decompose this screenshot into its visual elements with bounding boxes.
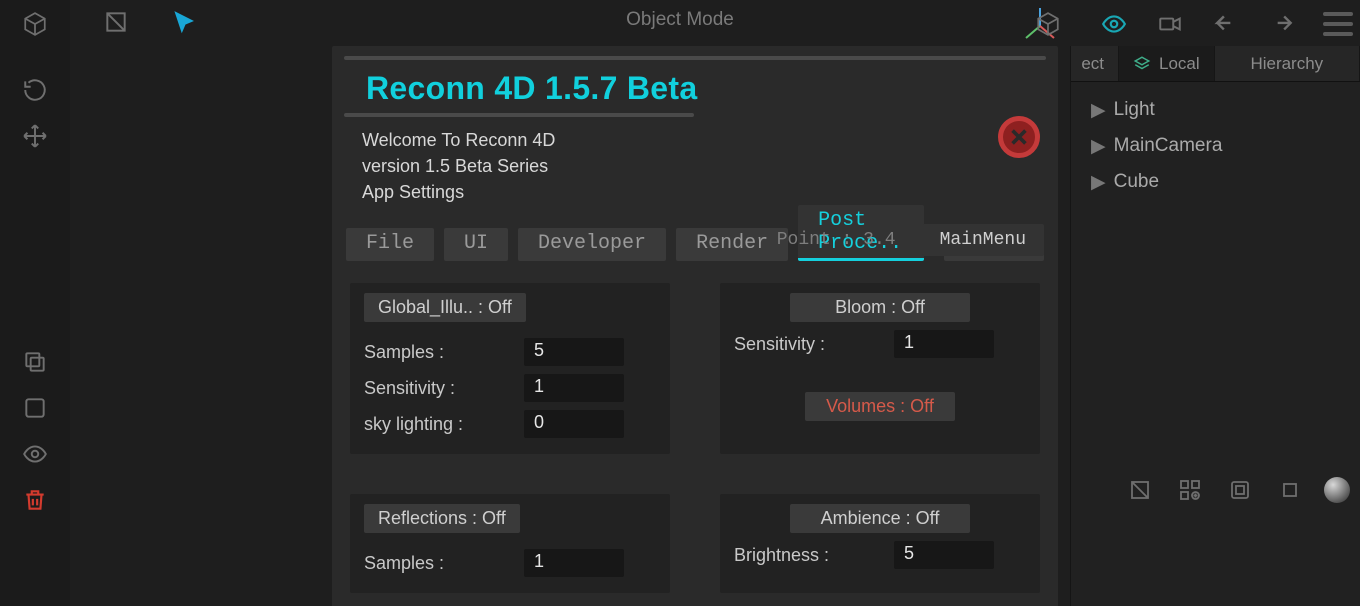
global-illumination-panel: Global_Illu.. : Off Samples : 5 Sensitiv…: [350, 283, 670, 454]
tab-ui[interactable]: UI: [444, 228, 508, 261]
gi-sky-value[interactable]: 0: [524, 410, 624, 438]
rect-icon[interactable]: [19, 392, 51, 424]
reflections-samples-label: Samples :: [364, 553, 524, 574]
bloom-toggle[interactable]: Bloom : Off: [790, 293, 970, 322]
ambience-brightness-label: Brightness :: [734, 545, 894, 566]
move-icon[interactable]: [19, 120, 51, 152]
point-label: Point : 3.4: [777, 230, 896, 250]
gi-samples-value[interactable]: 5: [524, 338, 624, 366]
shade-flat-icon[interactable]: [1124, 474, 1156, 506]
close-button[interactable]: [998, 116, 1040, 158]
tab-local[interactable]: Local: [1119, 46, 1215, 81]
trash-icon[interactable]: [19, 484, 51, 516]
camera-icon[interactable]: [1154, 8, 1186, 40]
welcome-text: Welcome To Reconn 4D version 1.5 Beta Se…: [362, 127, 1046, 205]
reflections-toggle[interactable]: Reflections : Off: [364, 504, 520, 533]
select-cursor-icon[interactable]: [168, 6, 200, 38]
tab-local-label: Local: [1159, 54, 1200, 74]
settings-modal: Reconn 4D 1.5.7 Beta Welcome To Reconn 4…: [332, 46, 1058, 606]
main-menu-button[interactable]: MainMenu: [922, 224, 1044, 256]
ambience-brightness-value[interactable]: 5: [894, 541, 994, 569]
tab-file[interactable]: File: [346, 228, 434, 261]
global-illumination-toggle[interactable]: Global_Illu.. : Off: [364, 293, 526, 322]
menu-icon[interactable]: [1322, 8, 1354, 40]
gi-sensitivity-value[interactable]: 1: [524, 374, 624, 402]
left-toolbar: [0, 0, 70, 606]
rotate-icon[interactable]: [19, 74, 51, 106]
box-icon[interactable]: [1224, 474, 1256, 506]
tab-hierarchy[interactable]: Hierarchy: [1215, 46, 1360, 81]
tab-render[interactable]: Render: [676, 228, 788, 261]
gi-samples-label: Samples :: [364, 342, 524, 363]
modal-title: Reconn 4D 1.5.7 Beta: [366, 70, 1046, 107]
undo-icon[interactable]: [1210, 8, 1242, 40]
right-panel: ect Local Hierarchy ▶Light ▶MainCamera ▶…: [1070, 46, 1360, 606]
reflections-samples-value[interactable]: 1: [524, 549, 624, 577]
gi-sensitivity-label: Sensitivity :: [364, 378, 524, 399]
welcome-line: App Settings: [362, 179, 1046, 205]
modal-divider: [344, 113, 694, 117]
reflections-panel: Reflections : Off Samples : 1: [350, 494, 670, 593]
hierarchy-item-maincamera[interactable]: ▶MainCamera: [1091, 128, 1360, 164]
wire-cube-icon[interactable]: [1032, 8, 1064, 40]
grid-add-icon[interactable]: [1174, 474, 1206, 506]
hierarchy-item-label: Cube: [1114, 171, 1159, 193]
bloom-sensitivity-value[interactable]: 1: [894, 330, 994, 358]
visibility-icon[interactable]: [1098, 8, 1130, 40]
bloom-panel: Bloom : Off Sensitivity : 1 Volumes : Of…: [720, 283, 1040, 454]
eye-icon[interactable]: [19, 438, 51, 470]
ambience-panel: Ambience : Off Brightness : 5: [720, 494, 1040, 593]
copy-icon[interactable]: [19, 346, 51, 378]
welcome-line: version 1.5 Beta Series: [362, 153, 1046, 179]
modal-handle-top[interactable]: [344, 56, 1046, 60]
top-right-icons: [1032, 4, 1354, 44]
gi-sky-label: sky lighting :: [364, 414, 524, 435]
right-panel-tabs: ect Local Hierarchy: [1071, 46, 1360, 82]
small-box-icon[interactable]: [1274, 474, 1306, 506]
bloom-sensitivity-label: Sensitivity :: [734, 334, 894, 355]
viewport-shading-icons: [1124, 474, 1350, 506]
sphere-icon[interactable]: [1324, 477, 1350, 503]
volumes-toggle[interactable]: Volumes : Off: [805, 392, 955, 421]
hierarchy-item-light[interactable]: ▶Light: [1091, 92, 1360, 128]
hierarchy-item-label: Light: [1114, 99, 1155, 121]
hierarchy-list: ▶Light ▶MainCamera ▶Cube: [1071, 82, 1360, 200]
redo-icon[interactable]: [1266, 8, 1298, 40]
material-icon[interactable]: [100, 6, 132, 38]
top-toolbar: [70, 0, 1070, 44]
ambience-toggle[interactable]: Ambience : Off: [790, 504, 970, 533]
tab-developer[interactable]: Developer: [518, 228, 666, 261]
tab-object-truncated[interactable]: ect: [1071, 46, 1119, 81]
welcome-line: Welcome To Reconn 4D: [362, 127, 1046, 153]
cube-icon[interactable]: [19, 8, 51, 40]
hierarchy-item-cube[interactable]: ▶Cube: [1091, 164, 1360, 200]
hierarchy-item-label: MainCamera: [1114, 135, 1223, 157]
